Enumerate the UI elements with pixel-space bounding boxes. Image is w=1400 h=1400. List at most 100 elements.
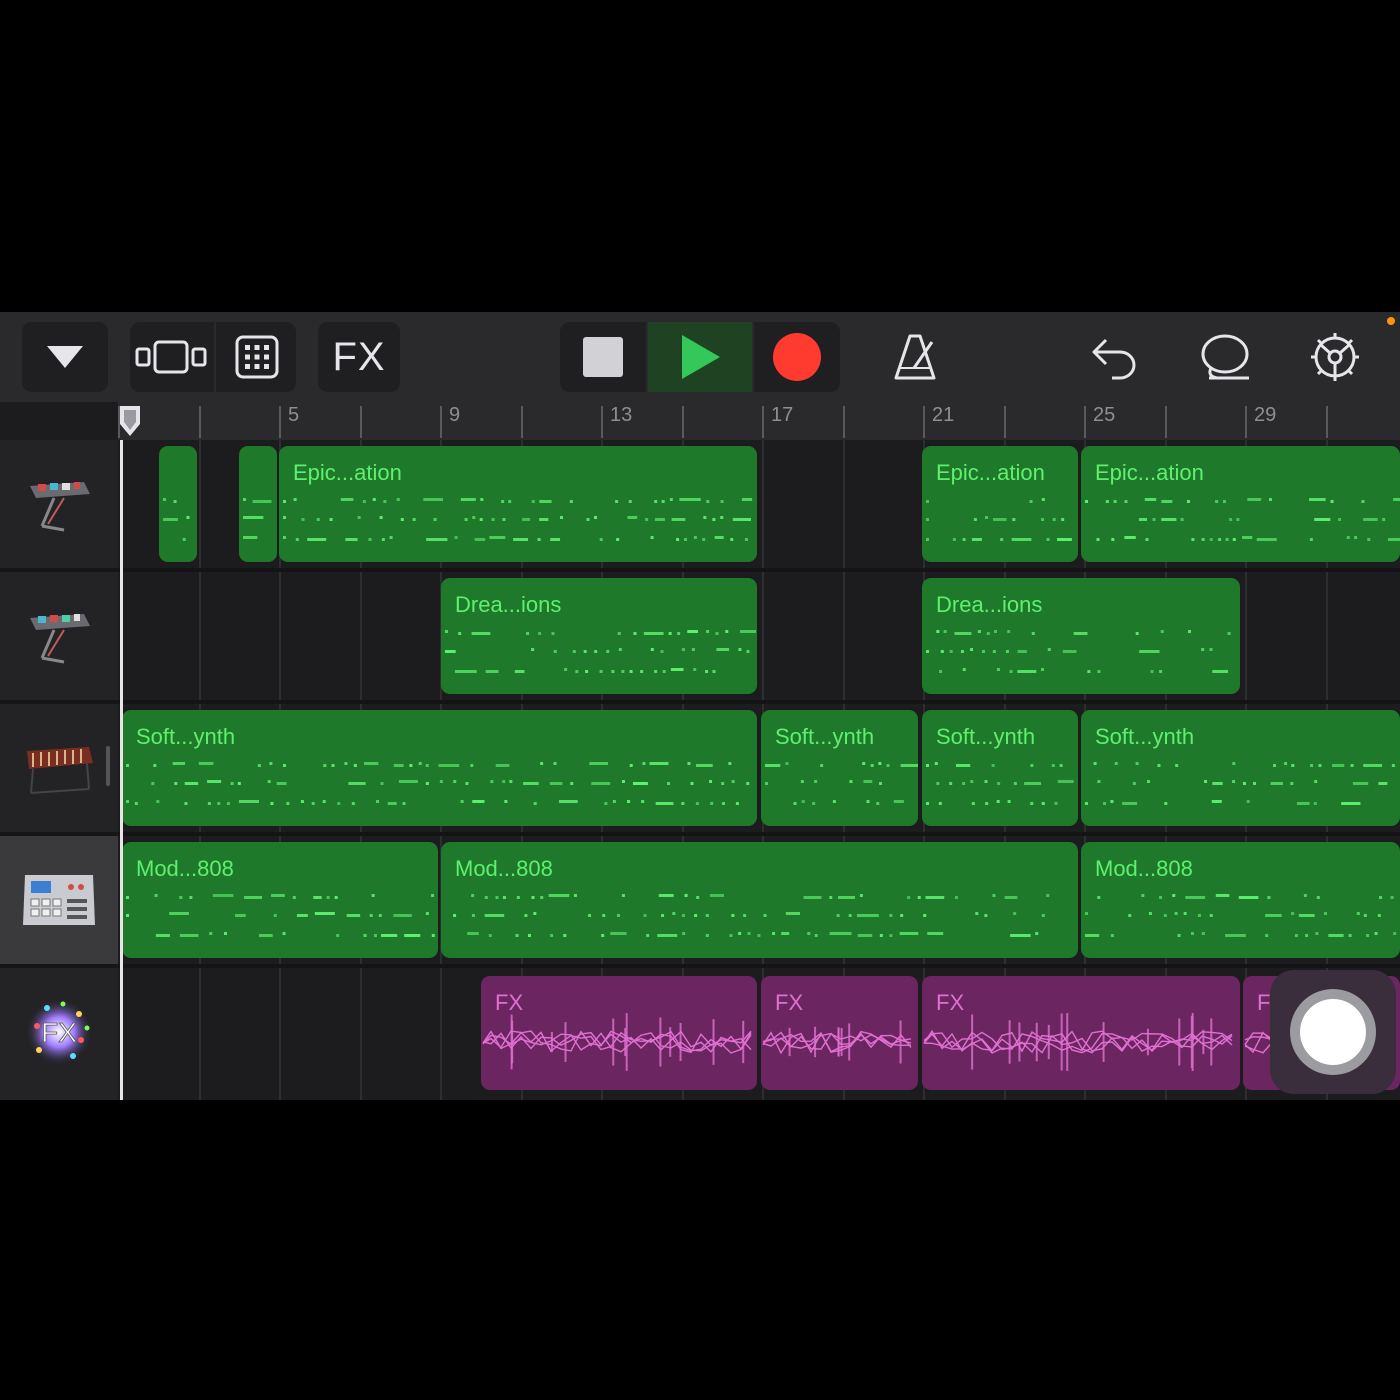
tracks-dropdown-button[interactable] (22, 322, 108, 392)
stop-button[interactable] (560, 322, 646, 392)
region-label: Drea...ions (936, 592, 1043, 617)
ruler-tick (1164, 406, 1167, 438)
ruler-tick (681, 406, 684, 438)
region-epic-2[interactable]: Epic...ation (922, 446, 1078, 562)
region-soft-synth-2[interactable]: Soft...ynth (761, 710, 918, 826)
track-header-marimba[interactable] (0, 704, 118, 836)
settings-button[interactable] (1300, 322, 1370, 392)
ruler-bar-label: 29 (1254, 404, 1277, 426)
region-label: Mod...808 (1095, 856, 1193, 881)
grid-icon (235, 335, 279, 379)
ruler-tick (1084, 406, 1086, 438)
region-label: FX (936, 990, 965, 1015)
region-label: FX (495, 990, 524, 1015)
ruler-tick (520, 406, 523, 438)
midi-notes (243, 498, 272, 539)
ruler-bar-label: 9 (449, 404, 461, 426)
region-label: Drea...ions (455, 592, 562, 617)
synth-stand-icon (30, 482, 90, 532)
region-soft-synth-3[interactable]: Soft...ynth (922, 710, 1078, 826)
status-indicator-dot (1387, 317, 1395, 325)
ruler-tick (1245, 406, 1247, 438)
ruler-bar-label: 13 (610, 404, 633, 426)
fx-button-label: FX (332, 334, 386, 379)
region-mod-808-1[interactable]: Mod...808 (122, 842, 438, 958)
playhead-line (120, 440, 123, 1100)
region-fx-2[interactable]: FX (761, 976, 918, 1090)
record-icon (773, 333, 821, 381)
region-label: Soft...ynth (136, 724, 236, 749)
track-headers: FX (0, 440, 118, 1100)
track-header-synth-1[interactable] (0, 440, 118, 572)
ruler-bar-label: 25 (1093, 404, 1116, 426)
view-toggle-group (130, 322, 296, 392)
track-header-fx[interactable]: FX (0, 968, 118, 1096)
ruler-tick (1003, 406, 1006, 438)
ruler-tick (842, 406, 845, 438)
resize-grip[interactable] (106, 746, 110, 786)
region-soft-synth-4[interactable]: Soft...ynth (1081, 710, 1400, 826)
undo-icon (1092, 338, 1136, 380)
region-label: Soft...ynth (775, 724, 875, 749)
drum-machine-icon (23, 875, 95, 925)
grid-view-button[interactable] (214, 322, 298, 392)
metronome-button[interactable] (880, 322, 950, 392)
record-button[interactable] (754, 322, 840, 392)
settings-icon (1311, 333, 1359, 381)
track-header-drum-machine[interactable] (0, 836, 118, 968)
region-soft-synth-1[interactable]: Soft...ynth (122, 710, 757, 826)
region-label: F (1257, 990, 1271, 1015)
region-label: Mod...808 (455, 856, 553, 881)
garageband-window: FX 5 9 13 17 21 25 29 FX Epic...ation Ep… (0, 312, 1400, 1100)
tracks-view-button[interactable] (130, 322, 212, 392)
toolbar: FX (0, 312, 1400, 402)
chevron-down-icon (47, 346, 83, 368)
ruler-tick (923, 406, 925, 438)
ruler-tick (359, 406, 362, 438)
region-mod-808-3[interactable]: Mod...808 (1081, 842, 1400, 958)
region-mod-808-2[interactable]: Mod...808 (441, 842, 1078, 958)
ruler-bar-label: 17 (771, 404, 794, 426)
track-header-synth-2[interactable] (0, 572, 118, 704)
fx-sparkle-icon: FX (25, 998, 93, 1066)
region-fx-1[interactable]: FX (481, 976, 757, 1090)
ruler-bar-label: 21 (932, 404, 955, 426)
waveform (923, 1012, 1233, 1072)
region-clip[interactable] (239, 446, 277, 562)
region-label: Soft...ynth (936, 724, 1036, 749)
loop-browser-button[interactable] (1190, 322, 1260, 392)
region-dreams-2[interactable]: Drea...ions (922, 578, 1240, 694)
loop-icon (1201, 334, 1249, 380)
region-fx-3[interactable]: FX (922, 976, 1240, 1090)
region-label: Epic...ation (936, 460, 1045, 485)
undo-button[interactable] (1080, 322, 1150, 392)
tracks-view-icon (135, 340, 207, 374)
play-button[interactable] (648, 322, 752, 392)
tracks-timeline[interactable]: Epic...ation Epic...ation Epic...ation D… (118, 440, 1400, 1100)
ruler-bar-label: 5 (288, 404, 300, 426)
region-epic-3[interactable]: Epic...ation (1081, 446, 1400, 562)
region-label: Mod...808 (136, 856, 234, 881)
floating-record-button[interactable] (1270, 970, 1396, 1094)
midi-notes (163, 498, 190, 541)
region-dreams-1[interactable]: Drea...ions (441, 578, 757, 694)
ruler-tick (198, 406, 201, 438)
region-clip[interactable] (159, 446, 197, 562)
timeline-ruler[interactable]: 591317212529 + (118, 402, 1400, 440)
region-epic-1[interactable]: Epic...ation (279, 446, 757, 562)
ruler-tick (762, 406, 764, 438)
stop-icon (583, 337, 623, 377)
play-icon (682, 335, 720, 379)
region-label: Epic...ation (293, 460, 402, 485)
metronome-icon (894, 334, 936, 380)
ruler-tick (601, 406, 603, 438)
fx-button[interactable]: FX (318, 322, 400, 392)
synth-stand-icon (30, 614, 90, 664)
region-label: Epic...ation (1095, 460, 1204, 485)
record-ring-icon (1290, 989, 1376, 1075)
playhead-handle-icon[interactable] (118, 404, 142, 438)
ruler-tick (279, 406, 281, 438)
ruler-tick (1325, 406, 1328, 438)
marimba-icon (27, 747, 93, 794)
ruler-tick (440, 406, 442, 438)
